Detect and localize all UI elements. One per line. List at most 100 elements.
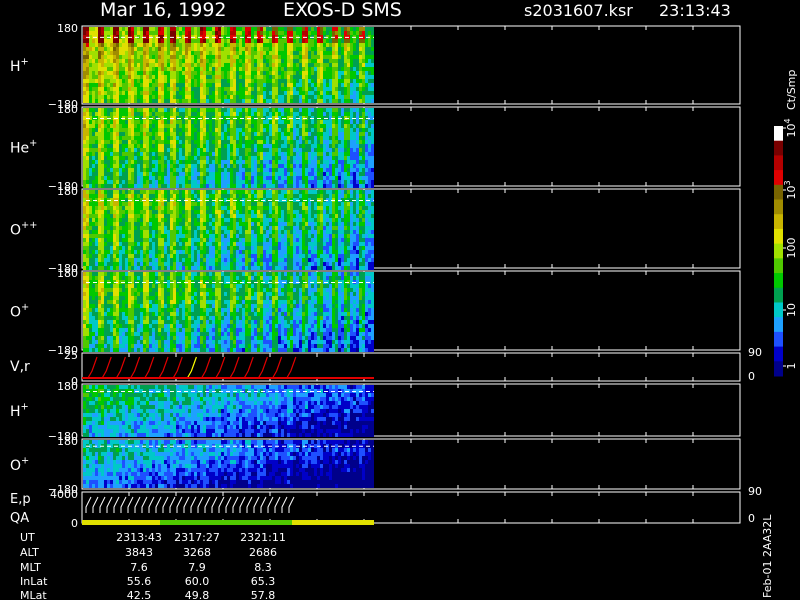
heat-cell <box>137 47 140 51</box>
heat-cell <box>179 230 182 234</box>
heat-cell <box>251 112 254 116</box>
heat-cell <box>152 238 155 242</box>
heat-cell <box>341 71 344 75</box>
heat-cell <box>335 172 338 176</box>
heat-cell <box>95 75 98 79</box>
heat-cell <box>356 128 359 132</box>
heat-cell <box>95 242 98 246</box>
heat-cell <box>113 132 116 136</box>
heat-cell <box>173 91 176 95</box>
heat-cell <box>254 47 257 51</box>
heat-cell <box>191 202 194 206</box>
plot-date: Mar 16, 1992 <box>100 0 227 21</box>
heat-cell <box>287 124 290 128</box>
heat-cell <box>86 198 89 202</box>
heat-cell <box>242 206 245 210</box>
heat-cell <box>158 67 161 71</box>
heat-cell <box>350 83 353 87</box>
heat-cell <box>230 39 233 43</box>
heat-cell <box>122 250 125 254</box>
heat-cell <box>224 39 227 43</box>
heat-cell <box>170 222 173 226</box>
heat-cell <box>86 116 89 120</box>
heat-cell <box>344 55 347 59</box>
heat-cell <box>104 108 107 112</box>
heat-cell <box>110 116 113 120</box>
heat-cell <box>182 156 185 160</box>
heat-cell <box>212 214 215 218</box>
heat-cell <box>89 194 92 198</box>
heat-cell <box>251 35 254 39</box>
heat-cell <box>221 258 224 262</box>
heat-cell <box>236 164 239 168</box>
heat-cell <box>260 156 263 160</box>
heat-cell <box>212 124 215 128</box>
heat-cell <box>194 124 197 128</box>
heat-cell <box>308 83 311 87</box>
heat-cell <box>206 99 209 103</box>
heat-cell <box>104 202 107 206</box>
heat-cell <box>260 39 263 43</box>
heat-cell <box>365 128 368 132</box>
heat-cell <box>245 184 248 188</box>
heat-cell <box>365 116 368 120</box>
heat-cell <box>329 59 332 63</box>
heat-cell <box>314 172 317 176</box>
heat-cell <box>122 234 125 238</box>
heat-cell <box>155 95 158 99</box>
heat-cell <box>143 132 146 136</box>
heat-cell <box>320 63 323 67</box>
heat-cell <box>161 184 164 188</box>
heat-cell <box>209 230 212 234</box>
heat-cell <box>188 43 191 47</box>
heat-cell <box>290 116 293 120</box>
heat-cell <box>164 67 167 71</box>
heat-cell <box>236 27 239 31</box>
heat-cell <box>152 87 155 91</box>
heat-cell <box>131 124 134 128</box>
heat-cell <box>209 210 212 214</box>
heat-cell <box>143 67 146 71</box>
heat-cell <box>242 184 245 188</box>
heat-cell <box>275 71 278 75</box>
heat-cell <box>188 99 191 103</box>
heat-cell <box>173 79 176 83</box>
heat-cell <box>284 83 287 87</box>
heat-cell <box>260 87 263 91</box>
heat-cell <box>353 91 356 95</box>
heat-cell <box>209 83 212 87</box>
heat-cell <box>353 43 356 47</box>
heat-cell <box>329 71 332 75</box>
heat-cell <box>299 99 302 103</box>
heat-cell <box>245 172 248 176</box>
heat-cell <box>311 99 314 103</box>
heat-cell <box>248 148 251 152</box>
heat-cell <box>230 59 233 63</box>
heat-cell <box>308 51 311 55</box>
heat-cell <box>314 164 317 168</box>
heat-cell <box>134 214 137 218</box>
heat-cell <box>239 112 242 116</box>
heat-cell <box>107 226 110 230</box>
heat-cell <box>137 67 140 71</box>
heat-cell <box>155 71 158 75</box>
heat-cell <box>155 79 158 83</box>
heat-cell <box>143 206 146 210</box>
heat-cell <box>266 75 269 79</box>
heat-cell <box>272 148 275 152</box>
heat-cell <box>158 198 161 202</box>
heat-cell <box>302 176 305 180</box>
heat-cell <box>134 116 137 120</box>
heat-cell <box>200 91 203 95</box>
heat-cell <box>362 51 365 55</box>
heat-cell <box>149 184 152 188</box>
heat-cell <box>197 120 200 124</box>
heat-cell <box>317 108 320 112</box>
heat-cell <box>236 124 239 128</box>
heat-cell <box>302 99 305 103</box>
heat-cell <box>152 262 155 266</box>
heat-cell <box>362 27 365 31</box>
heat-cell <box>176 59 179 63</box>
heat-cell <box>215 87 218 91</box>
heat-cell <box>128 184 131 188</box>
